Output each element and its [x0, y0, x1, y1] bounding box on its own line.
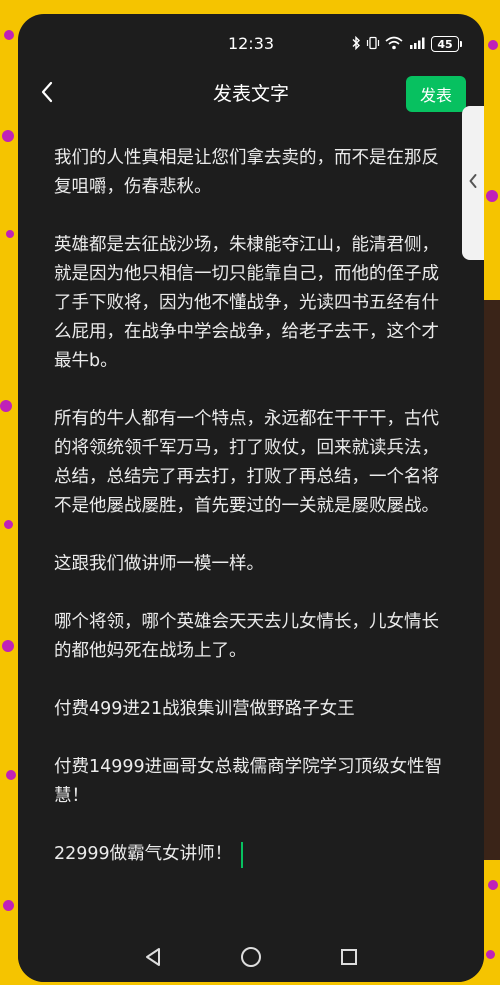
editor-paragraph: 付费499进21战狼集训营做野路子女王	[54, 699, 355, 719]
app-bar: 发表文字 发表	[18, 74, 484, 114]
background-dot	[3, 900, 14, 911]
system-nav-bar	[18, 936, 484, 982]
status-bar: 12:33 45	[18, 32, 484, 56]
background-dot	[486, 190, 498, 202]
nav-back-button[interactable]	[138, 944, 168, 974]
battery-indicator: 45	[431, 36, 459, 52]
editor-paragraph: 哪个将领，哪个英雄会天天去儿女情长，儿女情长的都他妈死在战场上了。	[54, 612, 439, 661]
editor-paragraph: 付费14999进画哥女总裁儒商学院学习顶级女性智慧！	[54, 757, 443, 806]
background-dot	[4, 520, 13, 529]
bluetooth-icon	[351, 35, 361, 54]
nav-home-button[interactable]	[236, 944, 266, 974]
background-dot	[0, 400, 12, 412]
wifi-icon	[385, 35, 403, 54]
background-dot	[6, 770, 16, 780]
editor-last-line: 22999做霸气女讲师！	[54, 840, 450, 869]
nav-recents-button[interactable]	[334, 944, 364, 974]
status-icons: 45	[351, 35, 462, 53]
battery-tip	[460, 41, 462, 47]
background-dot	[2, 640, 14, 652]
editor-paragraph: 22999做霸气女讲师！	[54, 844, 233, 864]
background-dot	[2, 130, 14, 142]
vibrate-icon	[366, 35, 380, 54]
home-circle-icon	[240, 946, 262, 972]
publish-button[interactable]: 发表	[406, 76, 466, 112]
background-dot	[486, 950, 495, 959]
background-dot	[6, 230, 14, 238]
background-dot	[4, 30, 14, 40]
recents-square-icon	[340, 948, 358, 970]
editor-paragraph: 我们的人性真相是让您们拿去卖的，而不是在那反复咀嚼，伤春悲秋。	[54, 148, 439, 197]
editor-paragraph: 英雄都是去征战沙场，朱棣能夺江山，能清君侧，就是因为他只相信一切只能靠自己，而他…	[54, 235, 439, 371]
back-triangle-icon	[144, 947, 162, 971]
text-cursor	[241, 841, 244, 868]
background-dot	[488, 40, 498, 50]
background-dark-strip	[482, 300, 500, 860]
text-editor[interactable]: 我们的人性真相是让您们拿去卖的，而不是在那反复咀嚼，伤春悲秋。 英雄都是去征战沙…	[54, 144, 450, 868]
chevron-left-icon	[468, 173, 478, 193]
floating-side-tab[interactable]	[462, 106, 484, 260]
background-dot	[488, 880, 498, 890]
phone-screen: 12:33 45 发表文字 发表 我们的人性真相是让您们拿去卖的，而不是在那反复…	[18, 14, 484, 982]
cellular-5g-icon	[408, 35, 426, 54]
editor-paragraph: 所有的牛人都有一个特点，永远都在干干干，古代的将领统领千军万马，打了败仗，回来就…	[54, 409, 439, 516]
editor-paragraph: 这跟我们做讲师一模一样。	[54, 554, 264, 574]
